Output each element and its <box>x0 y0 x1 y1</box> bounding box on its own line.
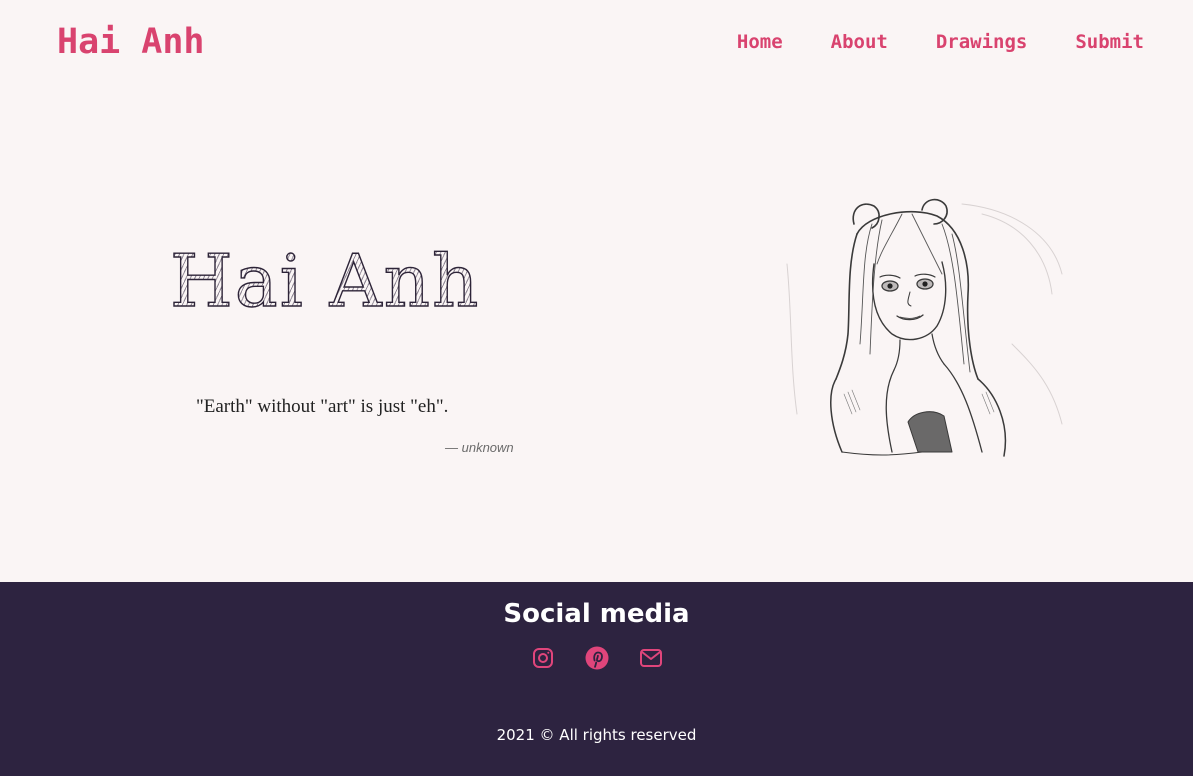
copyright-text: 2021 © All rights reserved <box>496 726 697 744</box>
quote-author: — unknown <box>445 440 514 455</box>
nav-drawings[interactable]: Drawings <box>936 31 1028 53</box>
instagram-icon[interactable] <box>531 646 555 670</box>
nav-submit[interactable]: Submit <box>1075 31 1144 53</box>
hero-title: Hai Anh <box>169 239 481 323</box>
nav-about[interactable]: About <box>831 31 888 53</box>
site-footer: Social media 2021 © All rights reserved <box>0 582 1193 776</box>
footer-title: Social media <box>503 599 690 629</box>
pinterest-icon[interactable] <box>585 646 609 670</box>
mail-icon[interactable] <box>639 646 663 670</box>
hero-quote: "Earth" without "art" is just "eh". <box>196 396 449 417</box>
main-nav: Home About Drawings Submit <box>737 31 1144 53</box>
social-links <box>0 646 1193 670</box>
nav-home[interactable]: Home <box>737 31 783 53</box>
site-header: Hai Anh Home About Drawings Submit <box>0 0 1193 90</box>
hero-section: Hai Anh Hai Anh "Earth" without "art" is… <box>0 90 1193 582</box>
brand-logo[interactable]: Hai Anh <box>57 22 205 62</box>
portrait-sketch <box>786 198 1063 457</box>
